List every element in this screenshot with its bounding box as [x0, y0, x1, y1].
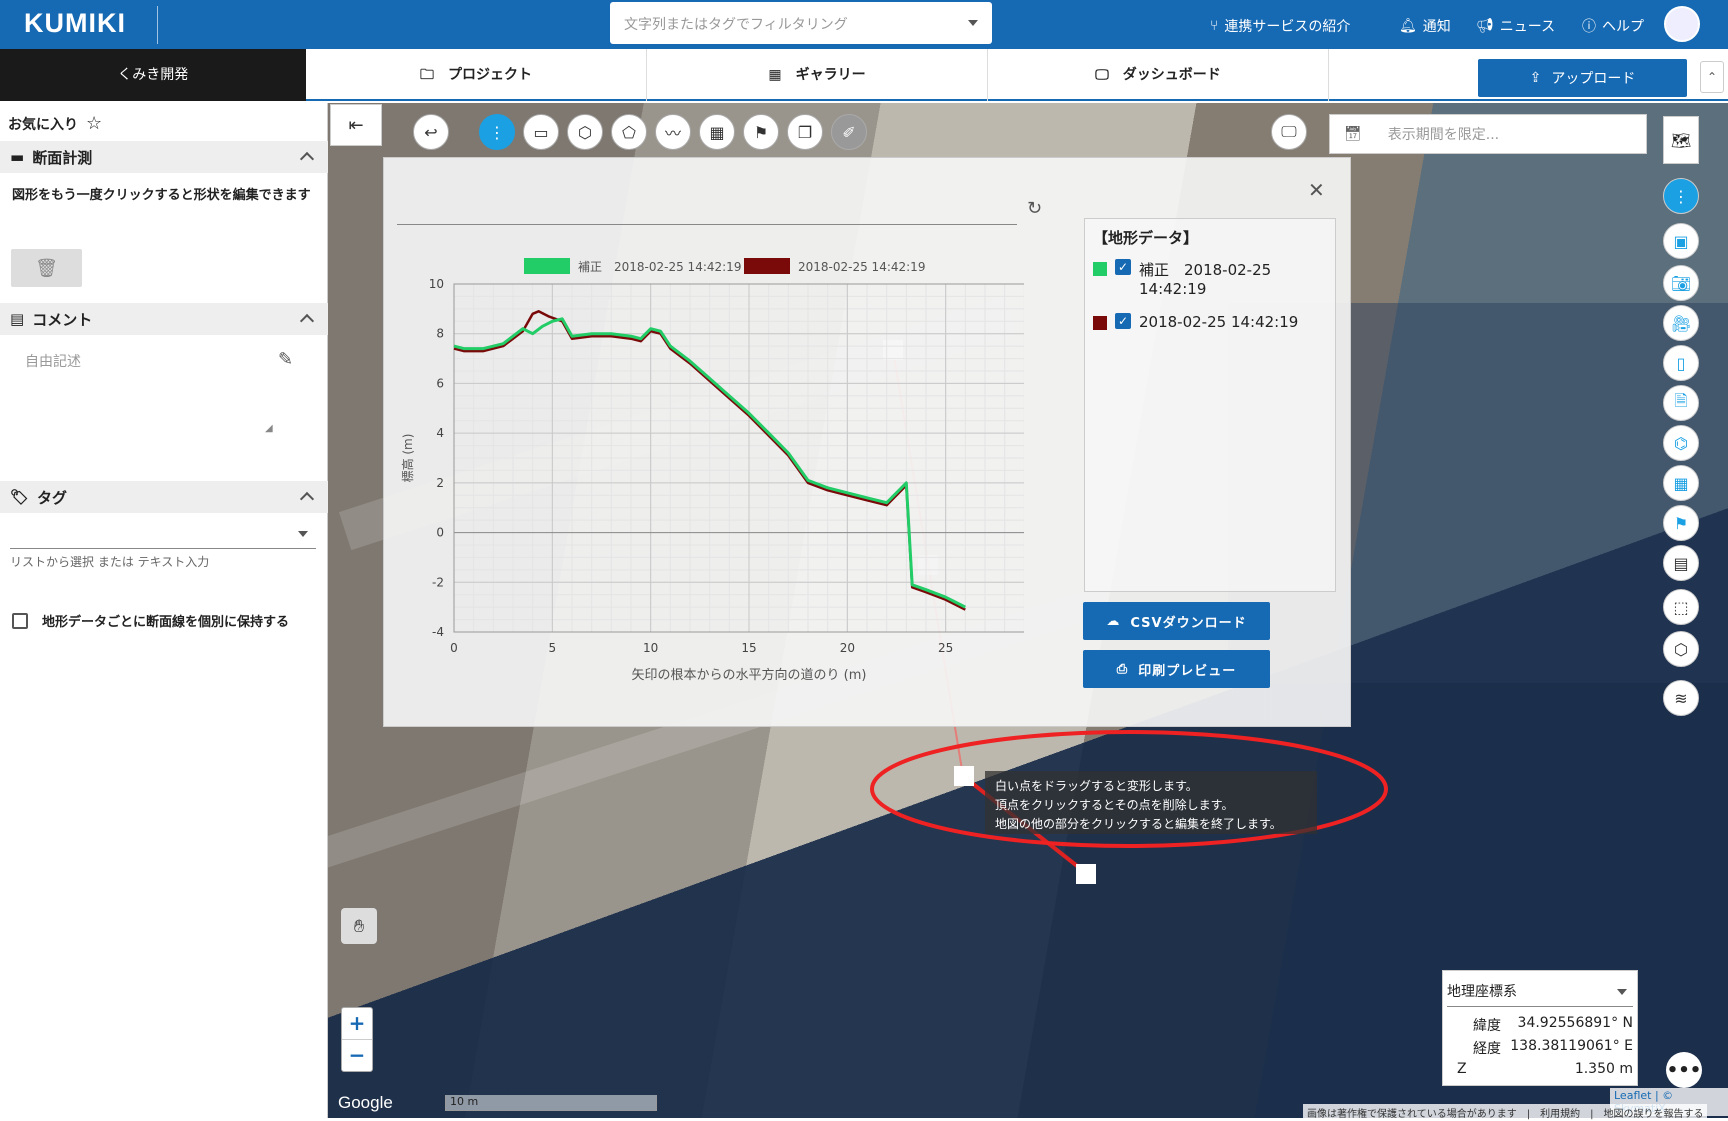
pan-tool-button[interactable]: ✋︎: [341, 908, 377, 944]
vertex-handle[interactable]: [954, 766, 974, 786]
ellipsis-icon: •••: [1666, 1059, 1702, 1081]
tooltip-line: 地図の他の部分をクリックすると編集を終了します。: [995, 817, 1282, 831]
color-swatch: [1093, 316, 1107, 330]
y-tick-label: 8: [436, 327, 444, 341]
coordinate-system-select[interactable]: 地理座標系: [1447, 981, 1633, 1007]
vertex-handle[interactable]: [1076, 864, 1096, 884]
y-axis-label: 標高 (m): [400, 434, 415, 483]
close-icon[interactable]: ✕: [1308, 178, 1325, 202]
z-value: 1.350 m: [1574, 1061, 1633, 1077]
google-logo: Google: [338, 1093, 393, 1112]
legend-label: 補正 2018-02-25 14:42:19: [578, 260, 741, 274]
zoom-in-button[interactable]: +: [342, 1008, 372, 1040]
hand-icon: ✋︎: [353, 915, 365, 937]
y-tick-label: 2: [436, 476, 444, 490]
cloud-download-icon: ☁: [1106, 613, 1121, 629]
legend-title: 【地形データ】: [1093, 229, 1199, 247]
x-tick-label: 15: [741, 641, 756, 655]
lng-label: 経度: [1473, 1041, 1501, 1057]
legend-item[interactable]: ✓ 補正 2018-02-25 14:42:19: [1093, 259, 1329, 298]
tooltip-line: 頂点をクリックするとその点を削除します。: [995, 798, 1234, 812]
z-row: Z 1.350 m: [1457, 1061, 1633, 1077]
x-axis-label: 矢印の根本からの水平方向の道のり (m): [632, 667, 867, 683]
x-tick-label: 5: [549, 641, 557, 655]
chat-button[interactable]: •••: [1666, 1052, 1702, 1088]
y-tick-label: 6: [436, 376, 444, 390]
legend-label: 補正 2018-02-25 14:42:19: [1139, 261, 1272, 298]
terrain-legend: 【地形データ】 ✓ 補正 2018-02-25 14:42:19 ✓ 2018-…: [1084, 218, 1336, 592]
chevron-down-icon[interactable]: [1617, 989, 1627, 995]
coord-system-label: 地理座標系: [1447, 984, 1517, 1000]
y-tick-label: 0: [436, 526, 444, 540]
legend-item[interactable]: ✓ 2018-02-25 14:42:19: [1093, 313, 1298, 331]
x-tick-label: 25: [938, 641, 953, 655]
reset-icon[interactable]: ↻: [1027, 198, 1042, 219]
csv-download-button[interactable]: ☁ CSVダウンロード: [1083, 602, 1270, 640]
y-tick-label: -4: [432, 625, 444, 639]
lng-value: 138.38119061° E: [1510, 1038, 1633, 1054]
map-footer-links[interactable]: 画像は著作権で保護されている場合があります | 利用規約 | 地図の誤りを報告す…: [1303, 1104, 1708, 1121]
legend-checkbox[interactable]: ✓: [1115, 313, 1131, 329]
lat-value: 34.92556891° N: [1517, 1015, 1633, 1031]
zoom-control: + −: [341, 1007, 373, 1072]
print-preview-button[interactable]: ⎙ 印刷プレビュー: [1083, 650, 1270, 688]
color-swatch: [1093, 262, 1107, 276]
coordinate-panel: 地理座標系 緯度 34.92556891° N 経度 138.38119061° E…: [1442, 970, 1638, 1086]
x-tick-label: 10: [643, 641, 658, 655]
edit-tooltip: 白い点をドラッグすると変形します。 頂点をクリックするとその点を削除します。 地…: [985, 771, 1317, 834]
button-label: 印刷プレビュー: [1138, 663, 1237, 679]
x-tick-label: 0: [450, 641, 458, 655]
y-tick-label: 4: [436, 426, 444, 440]
legend-checkbox[interactable]: ✓: [1115, 259, 1131, 275]
scale-bar: 10 m: [445, 1095, 657, 1111]
x-tick-label: 20: [840, 641, 855, 655]
tooltip-line: 白い点をドラッグすると変形します。: [995, 779, 1198, 793]
z-label: Z: [1457, 1061, 1467, 1077]
y-tick-label: -2: [432, 575, 444, 589]
lat-label: 緯度: [1473, 1018, 1501, 1034]
lng-row: 経度 138.38119061° E: [1473, 1038, 1633, 1058]
legend-swatch: [744, 258, 790, 274]
y-tick-label: 10: [429, 277, 444, 291]
zoom-out-button[interactable]: −: [342, 1040, 372, 1072]
legend-swatch: [524, 258, 570, 274]
legend-label: 2018-02-25 14:42:19: [798, 260, 925, 274]
profile-chart: 051015202530-4-20246810矢印の根本からの水平方向の道のり …: [400, 258, 1024, 683]
legend-label: 2018-02-25 14:42:19: [1139, 313, 1299, 331]
lat-row: 緯度 34.92556891° N: [1473, 1015, 1633, 1035]
printer-icon: ⎙: [1116, 661, 1129, 677]
button-label: CSVダウンロード: [1130, 615, 1247, 631]
